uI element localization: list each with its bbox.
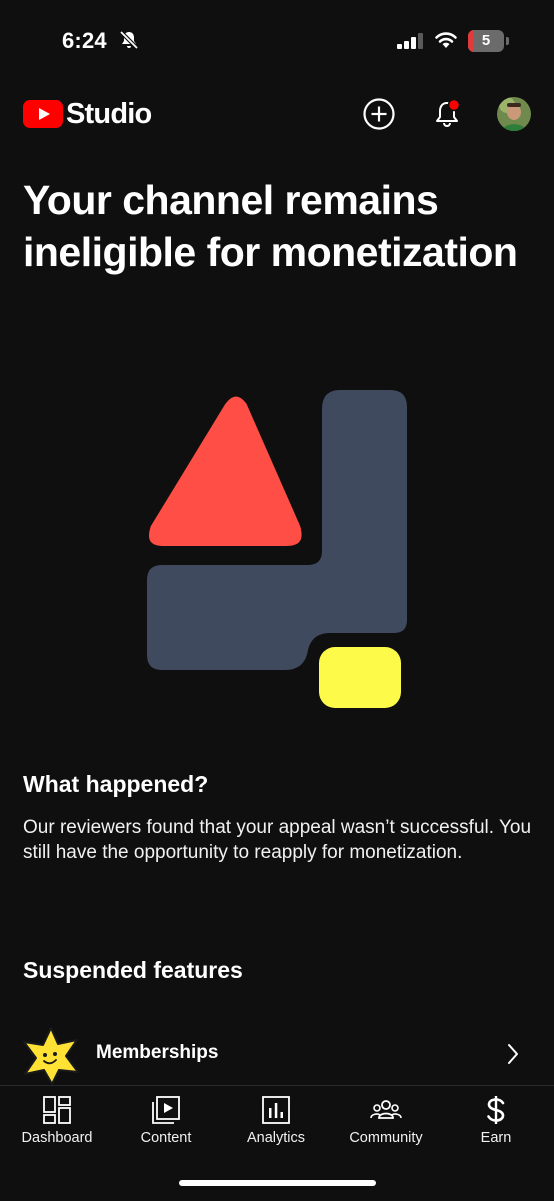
memberships-label: Memberships bbox=[96, 1042, 219, 1063]
battery-icon: 5 bbox=[468, 30, 504, 52]
battery-level: 5 bbox=[481, 32, 491, 49]
nav-community[interactable]: Community bbox=[331, 1094, 441, 1156]
youtube-play-logo bbox=[23, 100, 63, 128]
analytics-icon bbox=[262, 1096, 290, 1124]
home-indicator[interactable] bbox=[179, 1180, 376, 1186]
nav-dashboard[interactable]: Dashboard bbox=[2, 1094, 112, 1156]
nav-community-label: Community bbox=[349, 1130, 423, 1146]
cellular-signal-icon bbox=[397, 33, 425, 54]
dashboard-icon bbox=[43, 1096, 71, 1124]
memberships-row[interactable]: Memberships bbox=[0, 1022, 554, 1086]
logo-text: Studio bbox=[66, 98, 152, 130]
create-button[interactable] bbox=[361, 96, 397, 132]
content-icon bbox=[152, 1096, 180, 1124]
nav-dashboard-label: Dashboard bbox=[21, 1130, 93, 1146]
page-title: Your channel remains ineligible for mone… bbox=[23, 177, 518, 275]
app-header: Studio bbox=[0, 90, 554, 140]
star-mascot-icon bbox=[23, 1027, 79, 1085]
chevron-right-icon bbox=[508, 1044, 518, 1064]
studio-logo[interactable]: Studio bbox=[23, 98, 152, 130]
what-happened-text: Our reviewers found that your appeal was… bbox=[23, 817, 532, 863]
nav-earn[interactable]: Earn bbox=[441, 1094, 551, 1156]
notifications-bell-icon bbox=[436, 98, 461, 127]
battery-tip bbox=[506, 37, 509, 45]
wifi-icon bbox=[434, 31, 458, 54]
notifications-button[interactable] bbox=[429, 96, 465, 132]
dollar-icon bbox=[487, 1096, 505, 1124]
community-icon bbox=[370, 1100, 402, 1119]
suspended-features-heading: Suspended features bbox=[23, 957, 243, 983]
what-happened-heading: What happened? bbox=[23, 771, 209, 797]
nav-content-label: Content bbox=[140, 1130, 192, 1146]
nav-analytics[interactable]: Analytics bbox=[221, 1094, 331, 1156]
status-bar: 6:24 5 bbox=[0, 0, 554, 80]
nav-content[interactable]: Content bbox=[111, 1094, 221, 1156]
nav-earn-label: Earn bbox=[480, 1130, 512, 1146]
create-plus-icon bbox=[363, 98, 395, 130]
avatar[interactable] bbox=[497, 97, 531, 131]
status-time: 6:24 bbox=[62, 28, 107, 53]
warning-illustration bbox=[140, 385, 420, 715]
bell-off-icon bbox=[118, 29, 140, 56]
nav-analytics-label: Analytics bbox=[246, 1130, 306, 1146]
